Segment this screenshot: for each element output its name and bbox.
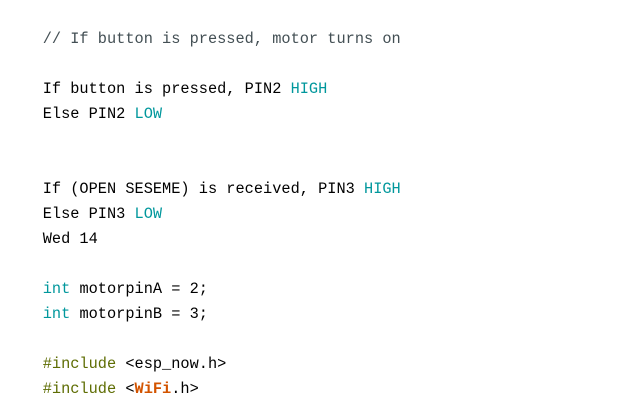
code-constant: LOW: [134, 105, 163, 123]
code-editor[interactable]: // If button is pressed, motor turns on …: [0, 0, 637, 409]
code-text: Wed 14: [42, 230, 98, 248]
code-library-keyword: WiFi: [134, 380, 172, 398]
code-text: Else PIN2: [42, 105, 135, 123]
code-line-14[interactable]: #include <esp_now.h>: [6, 327, 227, 373]
code-comment: // If button is pressed, motor turns on: [42, 30, 401, 48]
code-line-4[interactable]: Else PIN2 LOW: [6, 77, 162, 123]
code-line-15[interactable]: #include <WiFi.h>: [6, 352, 199, 398]
code-constant: HIGH: [364, 180, 401, 198]
code-line-7[interactable]: If (OPEN SESEME) is received, PIN3 HIGH: [6, 152, 401, 198]
code-line-9[interactable]: Wed 14: [6, 202, 98, 248]
code-constant: LOW: [134, 205, 163, 223]
code-preprocessor: #include: [42, 380, 117, 398]
code-line-3[interactable]: If button is pressed, PIN2 HIGH: [6, 52, 328, 98]
code-line-8[interactable]: Else PIN3 LOW: [6, 177, 162, 223]
code-type-keyword: int: [42, 305, 71, 323]
code-text: <: [116, 380, 135, 398]
code-line-12[interactable]: int motorpinB = 3;: [6, 277, 208, 323]
code-text: .h>: [171, 380, 199, 398]
code-constant: HIGH: [290, 80, 328, 98]
code-line-1[interactable]: // If button is pressed, motor turns on: [6, 2, 401, 48]
code-text: motorpinB = 3;: [70, 305, 208, 323]
code-line-11[interactable]: int motorpinA = 2;: [6, 252, 208, 298]
